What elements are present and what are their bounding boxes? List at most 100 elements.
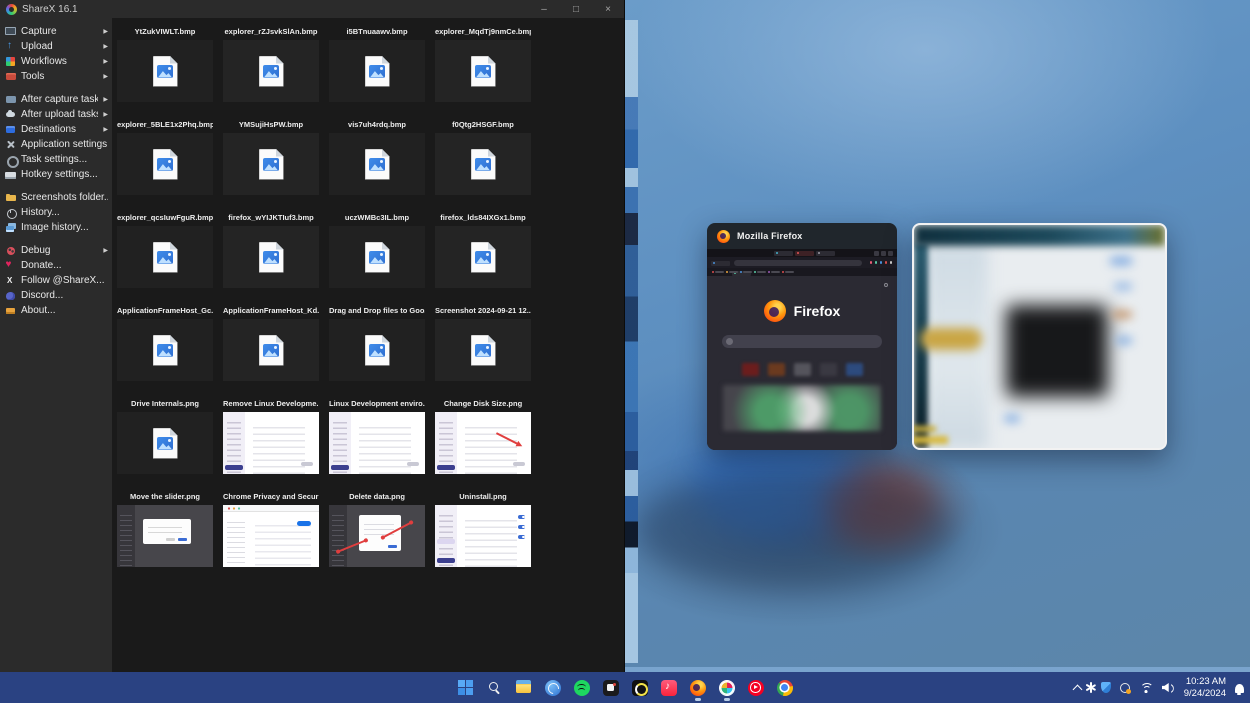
menu-item-screenshots-folder[interactable]: Screenshots folder... (0, 190, 112, 205)
task-item-vis7uh4rdq-bmp[interactable]: vis7uh4rdq.bmp (329, 117, 425, 195)
alttab-window-selected[interactable] (912, 223, 1167, 450)
task-thumbnail[interactable] (329, 226, 425, 288)
task-thumbnail[interactable] (223, 133, 319, 195)
task-thumbnail[interactable] (117, 226, 213, 288)
alttab-window-firefox[interactable]: Mozilla Firefox (707, 223, 897, 450)
task-thumbnail[interactable] (329, 319, 425, 381)
task-thumbnail[interactable] (117, 40, 213, 102)
task-thumbnail[interactable] (435, 505, 531, 567)
tray-update-icon[interactable] (1120, 683, 1130, 693)
menu-item-workflows[interactable]: Workflows▶ (0, 54, 112, 69)
task-item-explorer-rzjsvkslan-bmp[interactable]: explorer_rZJsvkSlAn.bmp (223, 24, 319, 102)
window-title: ShareX 16.1 (22, 4, 78, 15)
task-item-linux-development-enviro[interactable]: Linux Development enviro... (329, 396, 425, 474)
taskbar-icon-dark-app-2[interactable] (627, 675, 653, 701)
task-thumbnail[interactable] (329, 412, 425, 474)
task-item-label: explorer_rZJsvkSlAn.bmp (223, 26, 319, 38)
tray-shield-icon[interactable] (1101, 682, 1111, 693)
menu-item-after-capture-tasks[interactable]: After capture tasks▶ (0, 92, 112, 107)
tray-volume-icon[interactable] (1162, 683, 1175, 693)
task-item-drag-and-drop-files-to-goo[interactable]: Drag and Drop files to Goo... (329, 303, 425, 381)
taskbar-icon-file-explorer[interactable] (511, 675, 537, 701)
menu-item-destinations[interactable]: Destinations▶ (0, 122, 112, 137)
task-thumbnail[interactable] (223, 505, 319, 567)
task-thumbnail[interactable] (435, 133, 531, 195)
task-thumbnail[interactable] (329, 133, 425, 195)
menu-item-discord[interactable]: Discord... (0, 288, 112, 303)
menu-item-capture[interactable]: Capture▶ (0, 24, 112, 39)
menu-item-label: Destinations (21, 124, 76, 135)
notification-bell-icon[interactable] (1235, 684, 1244, 693)
minimize-button[interactable]: – (528, 0, 560, 18)
taskbar-icon-dark-app-1[interactable] (598, 675, 624, 701)
task-item-firefox-lds84ixgx1-bmp[interactable]: firefox_lds84IXGx1.bmp (435, 210, 531, 288)
submenu-arrow-icon: ▶ (103, 28, 108, 35)
menu-item-history[interactable]: History... (0, 205, 112, 220)
task-item-firefox-wyijktiuf3-bmp[interactable]: firefox_wYIJKTIuf3.bmp (223, 210, 319, 288)
task-item-applicationframehost-kd[interactable]: ApplicationFrameHost_Kd... (223, 303, 319, 381)
task-item-drive-internals-png[interactable]: Drive Internals.png (117, 396, 213, 474)
task-thumbnail[interactable] (117, 319, 213, 381)
taskbar-icon-chrome[interactable] (772, 675, 798, 701)
task-item-i5btnuaawv-bmp[interactable]: i5BTnuaawv.bmp (329, 24, 425, 102)
menu-item-application-settings[interactable]: Application settings... (0, 137, 112, 152)
taskbar-icon-slack[interactable] (714, 675, 740, 701)
task-thumbnail[interactable] (117, 133, 213, 195)
task-item-delete-data-png[interactable]: Delete data.png (329, 489, 425, 567)
task-item-uninstall-png[interactable]: Uninstall.png (435, 489, 531, 567)
task-item-applicationframehost-gc[interactable]: ApplicationFrameHost_Gc... (117, 303, 213, 381)
firefox-tab-bar (707, 249, 897, 257)
donate-icon (5, 260, 16, 271)
tray-snowflake-icon[interactable] (1090, 682, 1092, 693)
task-item-change-disk-size-png[interactable]: Change Disk Size.png (435, 396, 531, 474)
task-item-label: i5BTnuaawv.bmp (329, 26, 425, 38)
taskbar-clock[interactable]: 10:23 AM 9/24/2024 (1184, 676, 1226, 699)
maximize-button[interactable]: □ (560, 0, 592, 18)
taskbar-icon-blue-circle-app[interactable] (540, 675, 566, 701)
menu-item-label: Debug (21, 245, 50, 256)
task-item-move-the-slider-png[interactable]: Move the slider.png (117, 489, 213, 567)
task-item-explorer-mqdtj9nmce-bmp[interactable]: explorer_MqdTj9nmCe.bmp (435, 24, 531, 102)
menu-item-task-settings[interactable]: Task settings... (0, 152, 112, 167)
taskbar-icon-spotify[interactable] (569, 675, 595, 701)
task-thumbnail[interactable] (223, 226, 319, 288)
menu-item-about[interactable]: About... (0, 303, 112, 318)
task-thumbnail[interactable] (329, 505, 425, 567)
taskbar-icon-apple-music[interactable] (656, 675, 682, 701)
taskbar-icon-youtube-music[interactable] (743, 675, 769, 701)
task-item-remove-linux-developme[interactable]: Remove Linux Developme... (223, 396, 319, 474)
task-item-f0qtg2hsgf-bmp[interactable]: f0Qtg2HSGF.bmp (435, 117, 531, 195)
menu-item-donate[interactable]: Donate... (0, 258, 112, 273)
task-item-screenshot-2024-09-21-12[interactable]: Screenshot 2024-09-21 12... (435, 303, 531, 381)
task-item-uczwmbc3il-bmp[interactable]: uczWMBc3IL.bmp (329, 210, 425, 288)
task-item-chrome-privacy-and-securi[interactable]: Chrome Privacy and Securi... (223, 489, 319, 567)
tray-wifi-icon[interactable] (1139, 683, 1153, 693)
task-thumbnail[interactable] (117, 412, 213, 474)
task-thumbnail[interactable] (117, 505, 213, 567)
task-thumbnail[interactable] (435, 226, 531, 288)
menu-item-hotkey-settings[interactable]: Hotkey settings... (0, 167, 112, 182)
task-thumbnail[interactable] (223, 319, 319, 381)
taskbar-icon-firefox[interactable] (685, 675, 711, 701)
menu-item-debug[interactable]: Debug▶ (0, 243, 112, 258)
task-item-explorer-5ble1x2phq-bmp[interactable]: explorer_5BLE1x2Phq.bmp (117, 117, 213, 195)
menu-item-image-history[interactable]: Image history... (0, 220, 112, 235)
task-thumbnail[interactable] (223, 40, 319, 102)
task-item-ytzukviwlt-bmp[interactable]: YtZukVIWLT.bmp (117, 24, 213, 102)
taskbar-icon-start[interactable] (453, 675, 479, 701)
task-thumbnail[interactable] (435, 40, 531, 102)
task-thumbnail[interactable] (329, 40, 425, 102)
task-thumbnail[interactable] (435, 319, 531, 381)
menu-item-follow-sharex[interactable]: Follow @ShareX... (0, 273, 112, 288)
search-icon (726, 338, 733, 345)
close-button[interactable]: × (592, 0, 624, 18)
task-item-ymsujihspw-bmp[interactable]: YMSujiHsPW.bmp (223, 117, 319, 195)
task-item-explorer-qcsiuwfgur-bmp[interactable]: explorer_qcsIuwFguR.bmp (117, 210, 213, 288)
task-thumbnail[interactable] (435, 412, 531, 474)
taskbar-icon-search[interactable] (482, 675, 508, 701)
task-thumbnail[interactable] (223, 412, 319, 474)
menu-item-after-upload-tasks[interactable]: After upload tasks▶ (0, 107, 112, 122)
menu-item-tools[interactable]: Tools▶ (0, 69, 112, 84)
menu-item-upload[interactable]: Upload▶ (0, 39, 112, 54)
tray-chevron-up-icon[interactable] (1073, 684, 1083, 694)
